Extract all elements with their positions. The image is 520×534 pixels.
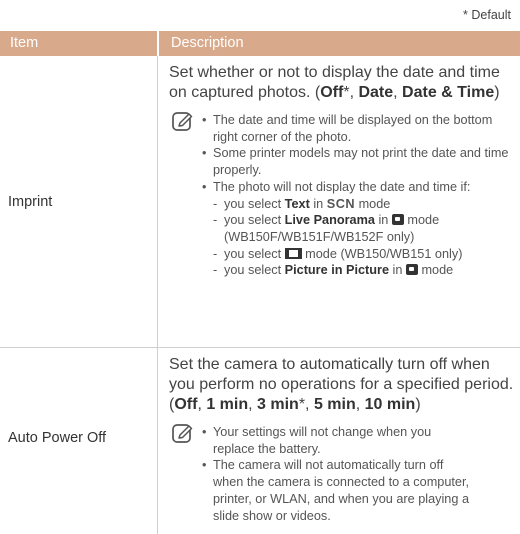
list-item: The camera will not automatically turn o… xyxy=(202,457,476,524)
list-item: Your settings will not change when you r… xyxy=(202,424,476,457)
row-description: Set the camera to automatically turn off… xyxy=(157,348,520,528)
option-off: Off xyxy=(320,84,344,101)
settings-table: Item Description Imprint Set whether or … xyxy=(0,31,520,528)
sub-text: mode xyxy=(417,263,454,278)
separator: , xyxy=(355,396,365,413)
sub-item: you select Picture in Picture in mode xyxy=(202,262,516,279)
note-pencil-icon xyxy=(172,112,193,131)
sub-text: in xyxy=(374,213,392,228)
note-bullets: Your settings will not change when you r… xyxy=(202,424,516,524)
option-1min: 1 min xyxy=(206,396,249,413)
scn-mode-icon: SCN xyxy=(326,196,356,211)
sub-item-cont: (WB150F/WB151F/WB152F only) xyxy=(224,229,415,244)
table-row: Imprint Set whether or not to display th… xyxy=(0,56,520,348)
list-item: The date and time will be displayed on t… xyxy=(202,112,516,145)
sub-text: in xyxy=(309,196,327,211)
table-header: Item Description xyxy=(0,31,520,56)
description-lead: Set the camera to automatically turn off… xyxy=(169,355,516,415)
note-pencil-icon xyxy=(172,424,193,443)
close-paren: ) xyxy=(415,396,421,413)
sub-text: mode xyxy=(403,213,440,228)
sub-text: you select xyxy=(224,246,285,261)
sub-bold: Live Panorama xyxy=(284,213,375,228)
close-paren: ) xyxy=(494,84,500,101)
option-date: Date xyxy=(358,84,394,101)
sub-bold: Text xyxy=(284,196,310,211)
separator: , xyxy=(248,396,258,413)
option-5min: 5 min xyxy=(313,396,356,413)
header-item: Item xyxy=(10,35,39,51)
sub-item: you select Text in SCN mode xyxy=(202,196,516,213)
header-description: Description xyxy=(157,31,520,56)
table-row: Auto Power Off Set the camera to automat… xyxy=(0,348,520,528)
row-item-imprint: Imprint xyxy=(8,193,53,210)
sub-text: mode xyxy=(355,196,391,211)
sub-text: you select xyxy=(224,263,285,278)
list-item: Some printer models may not print the da… xyxy=(202,145,516,178)
vertical-divider xyxy=(157,56,158,534)
sub-bold: Picture in Picture xyxy=(284,263,390,278)
option-off: Off xyxy=(174,396,198,413)
default-note: * Default xyxy=(463,8,511,22)
smart-mode-icon xyxy=(391,214,404,226)
sub-text: mode (WB150/WB151 only) xyxy=(301,246,463,261)
smart-mode-icon xyxy=(405,264,418,276)
sub-text: you select xyxy=(224,196,285,211)
note-box: The date and time will be displayed on t… xyxy=(169,112,516,279)
option-date-time: Date & Time xyxy=(402,84,495,101)
sub-text: you select xyxy=(224,213,285,228)
movie-mode-icon xyxy=(284,247,302,259)
description-lead: Set whether or not to display the date a… xyxy=(169,63,516,103)
note-bullets: The date and time will be displayed on t… xyxy=(202,112,516,279)
sub-item: you select Live Panorama in mode xyxy=(202,212,516,229)
separator: , xyxy=(305,396,314,413)
sub-text: in xyxy=(389,263,406,278)
option-10min: 10 min xyxy=(364,396,416,413)
separator: , xyxy=(393,84,403,101)
note-box: Your settings will not change when you r… xyxy=(169,424,516,524)
row-description: Set whether or not to display the date a… xyxy=(157,56,520,347)
sub-item: you select mode (WB150/WB151 only) xyxy=(202,246,516,263)
row-item-auto-power-off: Auto Power Off xyxy=(8,430,107,446)
option-3min: 3 min xyxy=(257,396,299,413)
separator: , xyxy=(197,396,207,413)
list-item: The photo will not display the date and … xyxy=(202,179,516,196)
